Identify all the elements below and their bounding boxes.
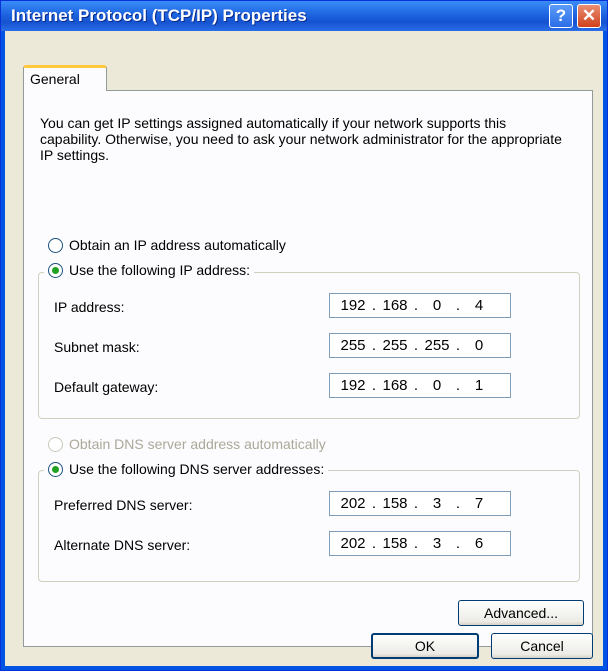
obtain-ip-auto-radio[interactable]	[48, 237, 63, 253]
use-following-dns-radio[interactable]	[48, 461, 63, 477]
obtain-dns-auto-label: Obtain DNS server address automatically	[69, 436, 326, 452]
description-text: You can get IP settings assigned automat…	[40, 115, 562, 163]
ip-address-label: IP address:	[54, 299, 125, 315]
title-bar[interactable]: Internet Protocol (TCP/IP) Properties ? …	[1, 1, 607, 31]
subnet-octet-2: 255	[382, 337, 408, 354]
ip-octet-2: 168	[382, 297, 408, 314]
obtain-dns-auto-radio[interactable]	[48, 436, 63, 452]
ip-octet-4: 4	[474, 297, 484, 314]
obtain-dns-auto-option[interactable]: Obtain DNS server address automatically	[48, 436, 326, 452]
dialog-window: Internet Protocol (TCP/IP) Properties ? …	[0, 0, 608, 671]
subnet-octet-3: 255	[424, 337, 450, 354]
use-following-dns-option[interactable]: Use the following DNS server addresses:	[44, 461, 329, 477]
cancel-button[interactable]: Cancel	[491, 633, 593, 659]
help-icon: ?	[555, 6, 567, 25]
subnet-mask-label: Subnet mask:	[54, 339, 140, 355]
alternate-dns-label: Alternate DNS server:	[54, 537, 191, 553]
dialog-body: General You can get IP settings assigned…	[5, 31, 603, 666]
use-following-ip-option[interactable]: Use the following IP address:	[44, 262, 255, 278]
ip-address-input[interactable]: 192. 168. 0. 4	[329, 293, 511, 318]
dns-server-group	[38, 470, 580, 582]
default-gateway-input[interactable]: 192. 168. 0. 1	[329, 373, 511, 398]
preferred-dns-octet-3: 3	[432, 495, 442, 512]
ip-octet-1: 192	[340, 297, 366, 314]
use-following-dns-label: Use the following DNS server addresses:	[69, 461, 325, 477]
tab-general[interactable]: General	[23, 65, 107, 91]
obtain-ip-auto-option[interactable]: Obtain an IP address automatically	[48, 237, 286, 253]
gateway-octet-3: 0	[432, 377, 442, 394]
advanced-button[interactable]: Advanced...	[458, 600, 584, 626]
general-panel: You can get IP settings assigned automat…	[23, 90, 593, 647]
alternate-dns-octet-4: 6	[474, 535, 484, 552]
close-icon: ✕	[581, 6, 597, 25]
subnet-octet-1: 255	[340, 337, 366, 354]
preferred-dns-octet-4: 7	[474, 495, 484, 512]
obtain-ip-auto-label: Obtain an IP address automatically	[69, 237, 286, 253]
gateway-octet-4: 1	[474, 377, 484, 394]
help-button[interactable]: ?	[549, 4, 573, 28]
window-title: Internet Protocol (TCP/IP) Properties	[11, 6, 307, 25]
gateway-octet-2: 168	[382, 377, 408, 394]
use-following-ip-label: Use the following IP address:	[69, 262, 251, 278]
preferred-dns-label: Preferred DNS server:	[54, 497, 193, 513]
alternate-dns-octet-2: 158	[382, 535, 408, 552]
preferred-dns-octet-2: 158	[382, 495, 408, 512]
close-button[interactable]: ✕	[577, 4, 601, 28]
alternate-dns-input[interactable]: 202. 158. 3. 6	[329, 531, 511, 556]
ok-button[interactable]: OK	[371, 633, 479, 659]
subnet-octet-4: 0	[474, 337, 484, 354]
alternate-dns-octet-3: 3	[432, 535, 442, 552]
gateway-octet-1: 192	[340, 377, 366, 394]
preferred-dns-octet-1: 202	[340, 495, 366, 512]
ip-octet-3: 0	[432, 297, 442, 314]
alternate-dns-octet-1: 202	[340, 535, 366, 552]
subnet-mask-input[interactable]: 255. 255. 255. 0	[329, 333, 511, 358]
default-gateway-label: Default gateway:	[54, 379, 159, 395]
use-following-ip-radio[interactable]	[48, 262, 63, 278]
preferred-dns-input[interactable]: 202. 158. 3. 7	[329, 491, 511, 516]
